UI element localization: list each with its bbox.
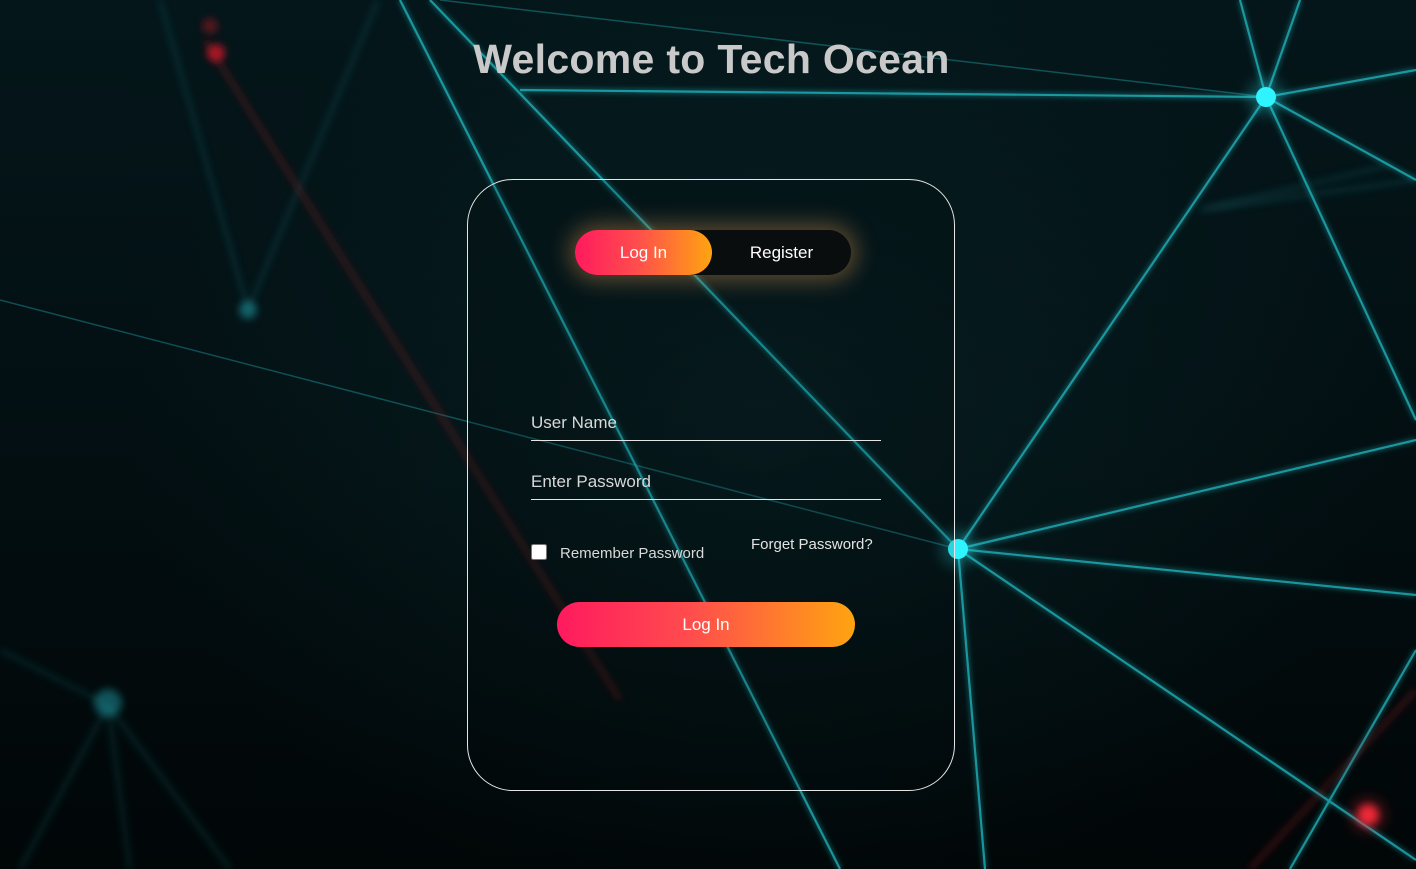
login-card: Log In Register Remember Password Forget… [467,179,955,791]
tab-register[interactable]: Register [712,230,851,275]
password-input[interactable] [531,464,881,500]
login-submit-button[interactable]: Log In [557,602,855,647]
username-input[interactable] [531,405,881,441]
page-title: Welcome to Tech Ocean [473,36,950,82]
forgot-password-link[interactable]: Forget Password? [751,536,873,553]
auth-toggle: Log In Register [575,230,851,275]
login-page: Welcome to Tech Ocean Log In Register Re… [0,0,1416,869]
remember-password-checkbox[interactable] [531,544,547,560]
remember-password-label: Remember Password [560,545,705,562]
tab-login[interactable]: Log In [575,230,712,275]
